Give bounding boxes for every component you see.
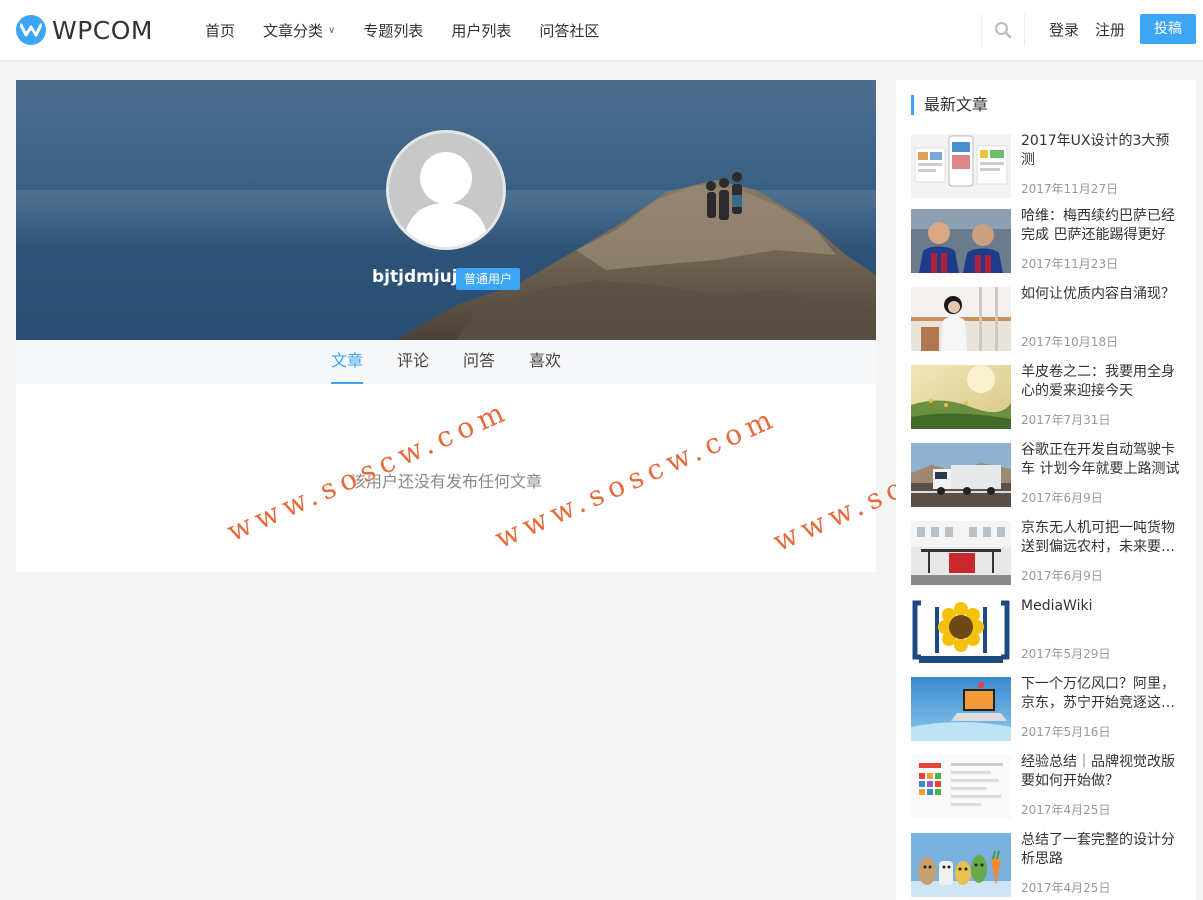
list-item[interactable]: 总结了一套完整的设计分析思路 2017年4月25日 <box>911 831 1181 897</box>
site-header: WPCOM 首页 文章分类 ∨ 专题列表 用户列表 问答社区 登录 注册 投稿 <box>0 0 1203 60</box>
avatar <box>386 130 506 250</box>
post-title[interactable]: 谷歌正在开发自动驾驶卡车 计划今年就要上路测试 <box>1021 441 1181 479</box>
post-thumbnail[interactable] <box>911 755 1011 819</box>
nav-item-home[interactable]: 首页 <box>205 20 235 41</box>
post-thumbnail[interactable] <box>911 521 1011 585</box>
profile-cover-image: bjtjdmjuj 普通用户 <box>16 80 876 340</box>
post-thumbnail[interactable] <box>911 833 1011 897</box>
chevron-down-icon: ∨ <box>328 24 336 36</box>
post-thumbnail[interactable] <box>911 599 1011 663</box>
user-profile: bjtjdmjuj 普通用户 文章 评论 问答 喜欢 该用户还没有发布任何文章 <box>16 80 876 572</box>
nav-label: 专题列表 <box>363 21 424 40</box>
post-thumbnail[interactable] <box>911 365 1011 429</box>
nav-label: 问答社区 <box>539 21 600 40</box>
search-icon <box>995 22 1012 39</box>
user-placeholder-icon <box>403 152 489 247</box>
nav-item-qa[interactable]: 问答社区 <box>539 20 599 41</box>
post-title[interactable]: 哈维：梅西续约巴萨已经完成 巴萨还能踢得更好 <box>1021 207 1181 245</box>
post-date: 2017年11月23日 <box>1021 257 1119 271</box>
profile-username: bjtjdmjuj <box>372 267 458 287</box>
post-date: 2017年10月18日 <box>1021 335 1119 349</box>
widget-title: 最新文章 <box>911 95 988 115</box>
tab-comments[interactable]: 评论 <box>397 340 429 384</box>
post-thumbnail[interactable] <box>911 677 1011 741</box>
tab-likes[interactable]: 喜欢 <box>529 340 561 384</box>
search-button[interactable] <box>981 14 1025 46</box>
list-item[interactable]: 羊皮卷之二：我要用全身心的爱来迎接今天 2017年7月31日 <box>911 363 1181 429</box>
nav-item-categories[interactable]: 文章分类 ∨ <box>263 20 335 41</box>
list-item[interactable]: 下一个万亿风口？阿里，京东，苏宁开始竞逐这… 2017年5月16日 <box>911 675 1181 741</box>
site-logo[interactable]: WPCOM <box>16 14 153 46</box>
main-nav: 首页 文章分类 ∨ 专题列表 用户列表 问答社区 <box>205 0 627 60</box>
list-item[interactable]: 2017年UX设计的3大预测 2017年11月27日 <box>911 132 1181 198</box>
post-date: 2017年6月9日 <box>1021 569 1103 583</box>
list-item[interactable]: 哈维：梅西续约巴萨已经完成 巴萨还能踢得更好 2017年11月23日 <box>911 207 1181 273</box>
nav-item-users[interactable]: 用户列表 <box>451 20 511 41</box>
latest-posts-widget: 最新文章 2017年UX设计的3大预测 2017年11月27日 哈维：梅西续约巴… <box>896 80 1196 900</box>
nav-item-topics[interactable]: 专题列表 <box>363 20 423 41</box>
post-date: 2017年5月29日 <box>1021 647 1111 661</box>
nav-label: 文章分类 <box>263 21 324 40</box>
nav-label: 首页 <box>205 21 236 40</box>
post-thumbnail[interactable] <box>911 443 1011 507</box>
list-item[interactable]: 京东无人机可把一吨货物送到偏远农村，未来要… 2017年6月9日 <box>911 519 1181 585</box>
post-date: 2017年4月25日 <box>1021 803 1111 817</box>
login-link[interactable]: 登录 <box>1049 0 1079 60</box>
user-role-badge: 普通用户 <box>456 268 521 290</box>
register-link[interactable]: 注册 <box>1095 0 1125 60</box>
post-thumbnail[interactable] <box>911 134 1011 198</box>
nav-label: 用户列表 <box>451 21 512 40</box>
empty-state-message: 该用户还没有发布任何文章 <box>349 472 542 491</box>
profile-tabs: 文章 评论 问答 喜欢 <box>16 340 876 384</box>
list-item[interactable]: MediaWiki 2017年5月29日 <box>911 597 1181 663</box>
logo-icon <box>16 15 46 45</box>
list-item[interactable]: 如何让优质内容自涌现？ 2017年10月18日 <box>911 285 1181 351</box>
post-title[interactable]: 京东无人机可把一吨货物送到偏远农村，未来要… <box>1021 519 1181 557</box>
post-date: 2017年6月9日 <box>1021 491 1103 505</box>
post-date: 2017年11月27日 <box>1021 182 1119 196</box>
post-title[interactable]: 羊皮卷之二：我要用全身心的爱来迎接今天 <box>1021 363 1181 401</box>
submit-post-button[interactable]: 投稿 <box>1140 14 1196 44</box>
post-thumbnail[interactable] <box>911 287 1011 351</box>
post-title[interactable]: 如何让优质内容自涌现？ <box>1021 285 1181 304</box>
list-item[interactable]: 谷歌正在开发自动驾驶卡车 计划今年就要上路测试 2017年6月9日 <box>911 441 1181 507</box>
post-date: 2017年4月25日 <box>1021 881 1111 895</box>
list-item[interactable]: 经验总结｜品牌视觉改版要如何开始做？ 2017年4月25日 <box>911 753 1181 819</box>
post-title[interactable]: 经验总结｜品牌视觉改版要如何开始做？ <box>1021 753 1181 791</box>
post-thumbnail[interactable] <box>911 209 1011 273</box>
brand-name: WPCOM <box>52 15 153 45</box>
post-title[interactable]: 下一个万亿风口？阿里，京东，苏宁开始竞逐这… <box>1021 675 1181 713</box>
post-title[interactable]: 总结了一套完整的设计分析思路 <box>1021 831 1181 869</box>
post-date: 2017年5月16日 <box>1021 725 1111 739</box>
post-date: 2017年7月31日 <box>1021 413 1111 427</box>
post-title[interactable]: 2017年UX设计的3大预测 <box>1021 132 1181 170</box>
tab-qa[interactable]: 问答 <box>463 340 495 384</box>
tab-articles[interactable]: 文章 <box>331 340 364 384</box>
post-title[interactable]: MediaWiki <box>1021 597 1181 616</box>
